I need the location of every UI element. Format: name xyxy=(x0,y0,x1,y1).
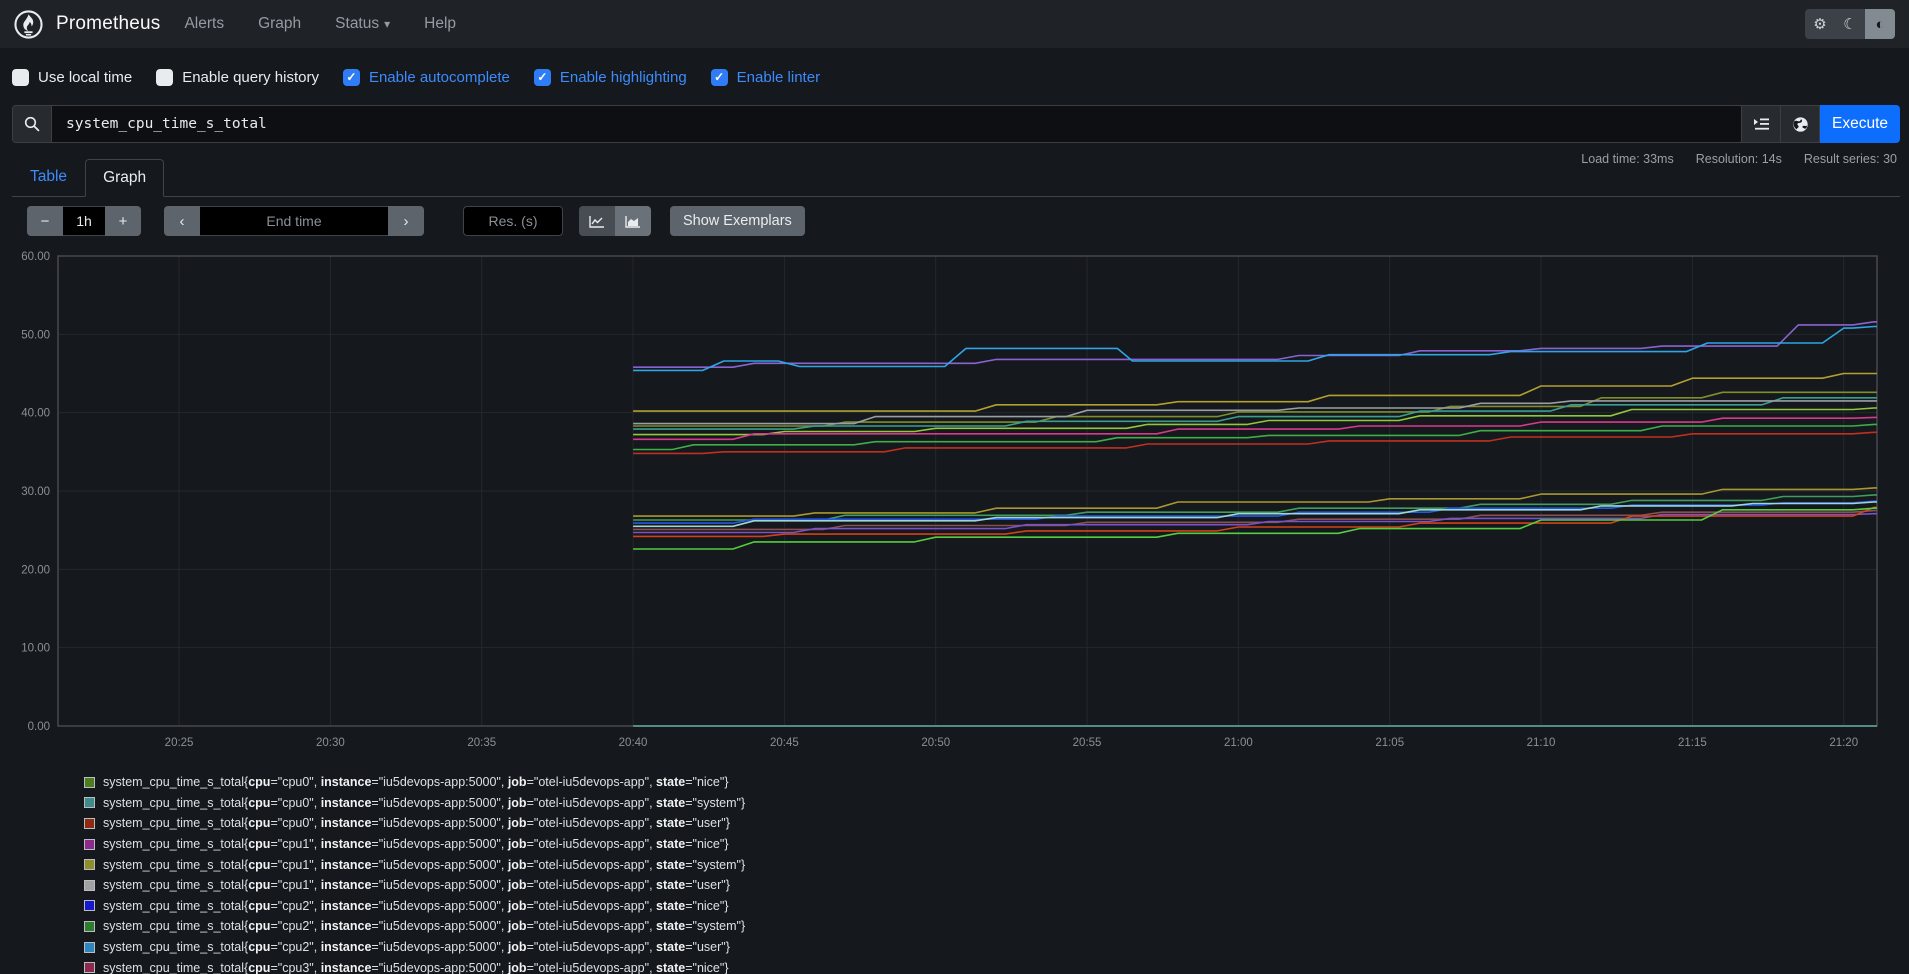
checkbox-enable-autocomplete[interactable]: ✓ xyxy=(343,69,360,86)
query-bar: Execute xyxy=(12,105,1900,143)
option-enable-autocomplete[interactable]: ✓ Enable autocomplete xyxy=(343,69,510,86)
series-color-swatch xyxy=(84,818,95,829)
nav-item-status-dropdown[interactable]: Status▾ xyxy=(335,15,390,33)
svg-text:21:05: 21:05 xyxy=(1375,737,1404,749)
caret-down-icon: ▾ xyxy=(384,17,390,31)
series-legend: system_cpu_time_s_total{cpu="cpu0", inst… xyxy=(84,772,745,974)
svg-text:20:25: 20:25 xyxy=(165,737,194,749)
svg-text:60.00: 60.00 xyxy=(21,251,50,263)
checkbox-enable-highlighting[interactable]: ✓ xyxy=(534,69,551,86)
panel-tabs: Table Graph xyxy=(12,158,1900,197)
series-label: system_cpu_time_s_total{cpu="cpu2", inst… xyxy=(103,919,745,933)
svg-text:0.00: 0.00 xyxy=(28,721,50,733)
line-chart-icon[interactable] xyxy=(579,206,615,236)
nav-links: Alerts Graph Status▾ Help xyxy=(184,15,456,33)
navbar: Prometheus Alerts Graph Status▾ Help ⚙ ☾… xyxy=(0,0,1909,48)
brand-title[interactable]: Prometheus xyxy=(56,13,160,35)
auto-theme-contrast-icon[interactable]: ◐ xyxy=(1865,9,1895,39)
svg-text:20:50: 20:50 xyxy=(921,737,950,749)
search-icon xyxy=(12,105,51,143)
series-label: system_cpu_time_s_total{cpu="cpu0", inst… xyxy=(103,775,729,789)
series-color-swatch xyxy=(84,942,95,953)
series-color-swatch xyxy=(84,921,95,932)
series-color-swatch xyxy=(84,839,95,850)
stacked-chart-icon[interactable] xyxy=(615,206,651,236)
chart-type-toggle xyxy=(579,206,651,236)
svg-text:20:40: 20:40 xyxy=(619,737,648,749)
legend-item[interactable]: system_cpu_time_s_total{cpu="cpu0", inst… xyxy=(84,813,745,834)
series-color-swatch xyxy=(84,859,95,870)
range-stepper: − + xyxy=(27,206,141,236)
dark-mode-moon-icon[interactable]: ☾ xyxy=(1835,9,1865,39)
show-exemplars-button[interactable]: Show Exemplars xyxy=(670,206,805,236)
svg-text:20:45: 20:45 xyxy=(770,737,799,749)
svg-text:21:15: 21:15 xyxy=(1678,737,1707,749)
series-label: system_cpu_time_s_total{cpu="cpu2", inst… xyxy=(103,940,730,954)
svg-text:20:30: 20:30 xyxy=(316,737,345,749)
graph-panel: 0.00 10.00 20.00 30.00 40.00 50.00 60.00 20:25 2… xyxy=(0,248,1909,753)
series-label: system_cpu_time_s_total{cpu="cpu1", inst… xyxy=(103,837,729,851)
svg-text:20:55: 20:55 xyxy=(1073,737,1102,749)
legend-item[interactable]: system_cpu_time_s_total{cpu="cpu3", inst… xyxy=(84,957,745,974)
tab-table[interactable]: Table xyxy=(12,158,85,196)
checkbox-enable-query-history[interactable] xyxy=(156,69,173,86)
nav-item-graph[interactable]: Graph xyxy=(258,15,301,33)
series-color-swatch xyxy=(84,880,95,891)
prometheus-logo-icon[interactable] xyxy=(14,10,43,39)
series-label: system_cpu_time_s_total{cpu="cpu3", inst… xyxy=(103,961,729,974)
end-time-stepper: ‹ › xyxy=(164,206,424,236)
option-use-local-time[interactable]: Use local time xyxy=(12,69,132,86)
execute-button[interactable]: Execute xyxy=(1820,105,1900,143)
svg-text:21:00: 21:00 xyxy=(1224,737,1253,749)
svg-text:30.00: 30.00 xyxy=(21,486,50,498)
legend-item[interactable]: system_cpu_time_s_total{cpu="cpu0", inst… xyxy=(84,772,745,793)
legend-item[interactable]: system_cpu_time_s_total{cpu="cpu1", inst… xyxy=(84,854,745,875)
option-enable-query-history[interactable]: Enable query history xyxy=(156,69,319,86)
query-options-row: Use local time Enable query history ✓ En… xyxy=(12,62,820,92)
series-color-swatch xyxy=(84,962,95,973)
series-label: system_cpu_time_s_total{cpu="cpu0", inst… xyxy=(103,816,730,830)
time-forward-chevron-button[interactable]: › xyxy=(388,206,424,236)
option-enable-highlighting[interactable]: ✓ Enable highlighting xyxy=(534,69,687,86)
end-time-input[interactable] xyxy=(200,206,388,236)
graph-canvas[interactable]: 0.00 10.00 20.00 30.00 40.00 50.00 60.00 20:25 2… xyxy=(0,248,1909,753)
legend-item[interactable]: system_cpu_time_s_total{cpu="cpu1", inst… xyxy=(84,875,745,896)
svg-text:20.00: 20.00 xyxy=(21,564,50,576)
checkbox-enable-linter[interactable]: ✓ xyxy=(711,69,728,86)
legend-item[interactable]: system_cpu_time_s_total{cpu="cpu2", inst… xyxy=(84,916,745,937)
legend-item[interactable]: system_cpu_time_s_total{cpu="cpu2", inst… xyxy=(84,896,745,917)
legend-item[interactable]: system_cpu_time_s_total{cpu="cpu1", inst… xyxy=(84,834,745,855)
graph-controls: − + ‹ › Show Exemplars xyxy=(27,206,805,236)
metrics-explorer-icon[interactable] xyxy=(1742,105,1781,143)
svg-text:50.00: 50.00 xyxy=(21,329,50,341)
range-increase-button[interactable]: + xyxy=(105,206,141,236)
series-label: system_cpu_time_s_total{cpu="cpu2", inst… xyxy=(103,899,729,913)
svg-text:20:35: 20:35 xyxy=(467,737,496,749)
nav-item-help[interactable]: Help xyxy=(424,15,456,33)
option-enable-linter[interactable]: ✓ Enable linter xyxy=(711,69,820,86)
series-label: system_cpu_time_s_total{cpu="cpu1", inst… xyxy=(103,858,745,872)
svg-text:40.00: 40.00 xyxy=(21,408,50,420)
theme-toggle-group: ⚙ ☾ ◐ xyxy=(1805,9,1895,39)
series-color-swatch xyxy=(84,797,95,808)
range-duration-input[interactable] xyxy=(63,206,105,236)
resolution-input[interactable] xyxy=(463,206,563,236)
series-label: system_cpu_time_s_total{cpu="cpu1", inst… xyxy=(103,878,730,892)
settings-gear-icon[interactable]: ⚙ xyxy=(1805,9,1835,39)
query-expression-input[interactable] xyxy=(51,105,1742,143)
svg-text:21:10: 21:10 xyxy=(1527,737,1556,749)
series-label: system_cpu_time_s_total{cpu="cpu0", inst… xyxy=(103,796,745,810)
legend-item[interactable]: system_cpu_time_s_total{cpu="cpu0", inst… xyxy=(84,793,745,814)
svg-text:10.00: 10.00 xyxy=(21,643,50,655)
tab-graph[interactable]: Graph xyxy=(85,159,164,197)
svg-text:21:20: 21:20 xyxy=(1829,737,1858,749)
checkbox-use-local-time[interactable] xyxy=(12,69,29,86)
time-back-chevron-button[interactable]: ‹ xyxy=(164,206,200,236)
range-decrease-button[interactable]: − xyxy=(27,206,63,236)
globe-icon[interactable] xyxy=(1781,105,1820,143)
legend-item[interactable]: system_cpu_time_s_total{cpu="cpu2", inst… xyxy=(84,937,745,958)
nav-item-alerts[interactable]: Alerts xyxy=(184,15,224,33)
series-color-swatch xyxy=(84,900,95,911)
series-color-swatch xyxy=(84,777,95,788)
